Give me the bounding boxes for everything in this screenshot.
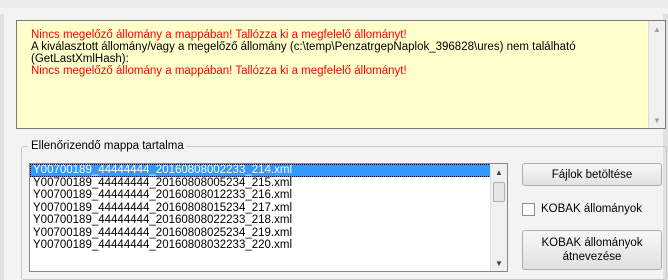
list-item[interactable]: Y00700189_44444444_20160808012233_216.xm… xyxy=(30,189,507,202)
list-item[interactable]: Y00700189_44444444_20160808002233_214.xm… xyxy=(30,164,507,177)
file-list[interactable]: Y00700189_44444444_20160808002233_214.xm… xyxy=(29,163,508,272)
scroll-up-arrow-icon[interactable]: ▲ xyxy=(649,21,665,37)
kobak-rename-button[interactable]: KOBAK állományok átnevezése xyxy=(522,230,662,270)
log-line-info: (GetLastXmlHash): xyxy=(31,53,129,65)
list-item[interactable]: Y00700189_44444444_20160808022233_218.xm… xyxy=(30,214,507,227)
kobak-rename-button-line1: KOBAK állományok xyxy=(541,237,643,249)
kobak-checkbox[interactable] xyxy=(522,202,535,216)
list-item[interactable]: Y00700189_44444444_20160808005234_215.xm… xyxy=(30,177,507,190)
scrollbar-thumb[interactable] xyxy=(493,182,505,202)
list-item[interactable]: Y00700189_44444444_20160808025234_219.xm… xyxy=(30,227,507,240)
scroll-down-arrow-icon[interactable]: ▼ xyxy=(649,112,665,128)
window-top-border xyxy=(0,0,668,8)
window-left-border xyxy=(0,14,4,280)
message-log-scrollbar[interactable]: ▲ ▼ xyxy=(648,21,665,128)
scroll-up-arrow-icon[interactable]: ▲ xyxy=(491,164,507,180)
list-item[interactable]: Y00700189_44444444_20160808015234_217.xm… xyxy=(30,202,507,215)
list-item[interactable]: Y00700189_44444444_20160808032233_220.xm… xyxy=(30,239,507,252)
log-line-error: Nincs megelőző állomány a mappában! Tall… xyxy=(31,65,407,77)
log-line-error: Nincs megelőző állomány a mappában! Tall… xyxy=(31,29,407,41)
group-title: Ellenőrizendő mappa tartalma xyxy=(28,139,187,153)
kobak-rename-button-line2: átnevezése xyxy=(562,251,622,263)
file-list-scrollbar[interactable]: ▲ ▼ xyxy=(490,164,507,271)
message-log[interactable]: Nincs megelőző állomány a mappában! Tall… xyxy=(16,20,666,129)
kobak-checkbox-row[interactable]: KOBAK állományok xyxy=(522,202,642,216)
message-log-text: Nincs megelőző állomány a mappában! Tall… xyxy=(31,29,641,77)
scroll-down-arrow-icon[interactable]: ▼ xyxy=(491,255,507,271)
kobak-checkbox-label[interactable]: KOBAK állományok xyxy=(541,203,642,215)
log-line-info: A kiválasztott állomány/vagy a megelőző … xyxy=(31,41,576,53)
load-files-button[interactable]: Fájlok betöltése xyxy=(522,163,662,186)
